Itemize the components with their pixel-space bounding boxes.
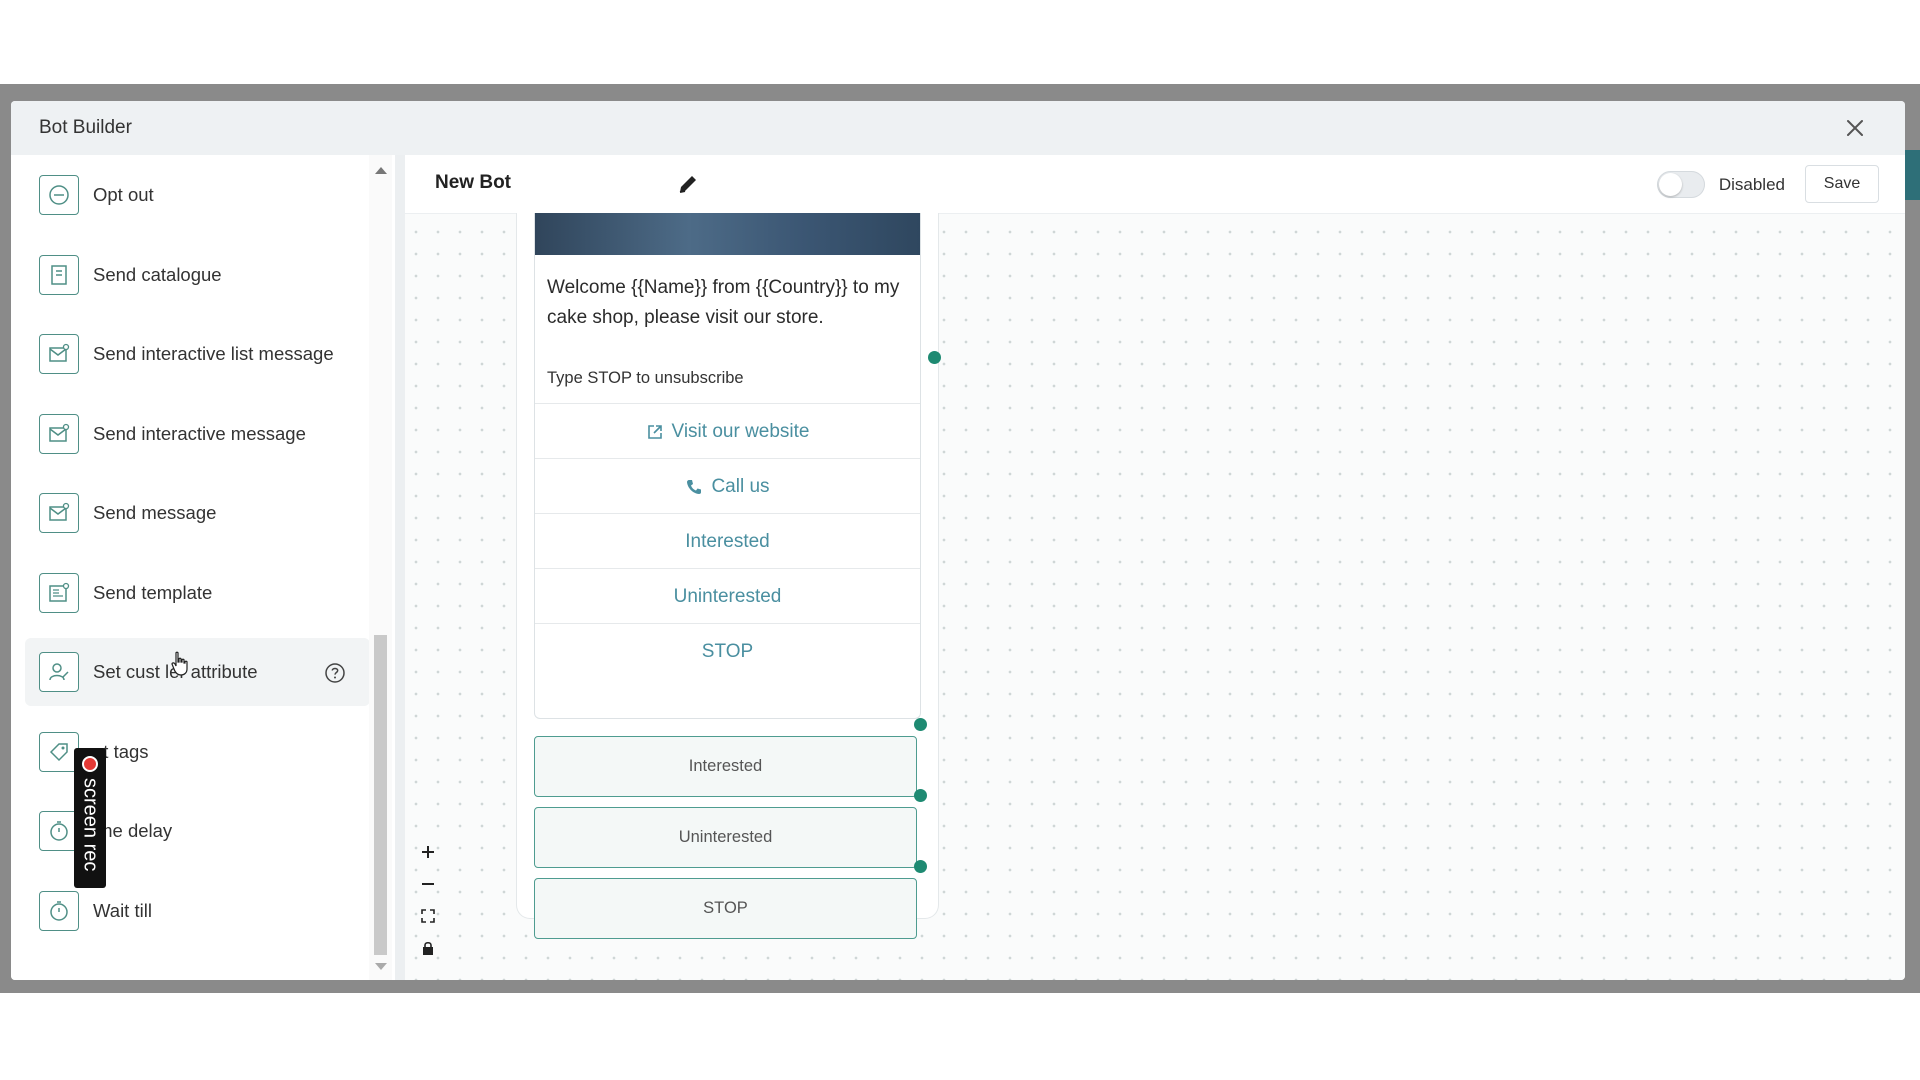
sidebar-item-send-interactive-list-message[interactable]: Send interactive list message	[25, 320, 370, 388]
sidebar-item-label: Opt out	[93, 184, 154, 205]
save-button[interactable]: Save	[1805, 165, 1879, 203]
output-port-uninterested[interactable]	[914, 789, 927, 802]
sidebar-scrollbar[interactable]	[369, 155, 392, 980]
message-body: Welcome {{Name}} from {{Country}} to my …	[547, 277, 900, 328]
lock-button[interactable]	[412, 932, 444, 964]
sidebar-item-send-template[interactable]: Send template	[25, 559, 370, 627]
minus-icon	[422, 883, 434, 885]
canvas-zoom-controls	[412, 836, 444, 964]
external-link-icon	[647, 424, 662, 439]
reply-branch-interested[interactable]: Interested	[534, 736, 917, 797]
sidebar-item-send-interactive-message[interactable]: Send interactive message	[25, 400, 370, 468]
zoom-in-button[interactable]	[412, 836, 444, 868]
output-port-interested[interactable]	[914, 718, 927, 731]
message-preview-card: Welcome {{Name}} from {{Country}} to my …	[534, 213, 921, 719]
output-port-stop[interactable]	[914, 860, 927, 873]
sidebar-item-label: Send template	[93, 581, 213, 603]
fit-view-button[interactable]	[412, 900, 444, 932]
user-attribute-icon	[39, 652, 79, 692]
quick-reply-label: STOP	[701, 640, 754, 662]
pencil-icon[interactable]	[677, 173, 699, 195]
cta-label: Call us	[711, 475, 770, 497]
scroll-up-arrow-icon[interactable]	[375, 167, 387, 174]
header-image	[535, 213, 920, 255]
timer-icon	[39, 811, 79, 851]
reply-branch-label: Interested	[688, 757, 763, 775]
quick-reply-interested[interactable]: Interested	[535, 513, 920, 569]
reply-branch-label: STOP	[703, 899, 748, 917]
modal-title: Bot Builder	[39, 117, 132, 138]
catalogue-icon	[39, 254, 79, 295]
sidebar-item-label: Send interactive list message	[93, 343, 334, 364]
action-sidebar: Opt out Send catalogue Send interactive …	[11, 155, 392, 980]
close-button[interactable]	[1841, 114, 1869, 142]
fit-view-icon	[421, 909, 435, 923]
sidebar-item-label: Send interactive message	[93, 422, 306, 444]
modal-header: Bot Builder	[11, 101, 1905, 155]
output-port-node[interactable]	[928, 351, 941, 364]
quick-reply-label: Interested	[685, 530, 770, 552]
record-dot-icon	[82, 756, 98, 772]
plus-icon	[422, 846, 434, 858]
message-node[interactable]: Welcome {{Name}} from {{Country}} to my …	[516, 213, 939, 939]
phone-icon	[687, 479, 702, 494]
sidebar-item-opt-out[interactable]: Opt out	[25, 161, 370, 229]
quick-reply-stop[interactable]: STOP	[535, 623, 920, 679]
sidebar-item-send-catalogue[interactable]: Send catalogue	[25, 241, 370, 309]
screenrec-label: screen rec	[79, 778, 102, 872]
enable-toggle[interactable]	[1657, 171, 1705, 198]
reply-branch-stop[interactable]: STOP	[534, 878, 917, 939]
bot-builder-modal: Bot Builder Opt out Send catalogue Send …	[11, 101, 1905, 980]
message-icon	[39, 493, 79, 533]
sidebar-item-label: Send message	[93, 502, 217, 523]
tag-icon	[39, 731, 79, 772]
quick-reply-label: Uninterested	[673, 585, 782, 607]
reply-branch-label: Uninterested	[678, 828, 773, 846]
sidebar-item-label: Wait till	[93, 899, 152, 921]
sidebar-item-send-message[interactable]: Send message	[25, 479, 370, 547]
help-icon[interactable]	[324, 662, 346, 684]
toggle-knob	[1659, 173, 1682, 196]
cta-visit-website[interactable]: Visit our website	[535, 403, 920, 459]
zoom-out-button[interactable]	[412, 868, 444, 900]
screen-recorder-badge: screen rec	[74, 748, 106, 888]
canvas-topbar: New Bot Disabled Save	[405, 155, 1905, 214]
message-icon	[39, 334, 79, 374]
panel-divider	[395, 155, 405, 980]
scroll-thumb[interactable]	[374, 635, 387, 955]
template-icon	[39, 572, 79, 613]
close-icon	[1847, 120, 1863, 136]
scroll-down-arrow-icon[interactable]	[375, 963, 387, 970]
quick-reply-uninterested[interactable]: Uninterested	[535, 568, 920, 624]
sidebar-item-label: Send catalogue	[93, 263, 222, 285]
opt-out-icon	[39, 175, 79, 215]
message-icon	[39, 413, 79, 454]
toggle-status-label: Disabled	[1718, 175, 1785, 194]
cta-call-us[interactable]: Call us	[535, 458, 920, 514]
lock-icon	[423, 941, 433, 955]
timer-icon	[39, 890, 79, 931]
message-footer: Type STOP to unsubscribe	[547, 369, 744, 387]
sidebar-item-set-customer-attribute[interactable]: Set cust ler attribute	[25, 638, 370, 706]
mouse-cursor-icon	[171, 651, 188, 676]
cta-label: Visit our website	[671, 420, 810, 442]
bot-name: New Bot	[435, 172, 511, 193]
reply-branch-uninterested[interactable]: Uninterested	[534, 807, 917, 868]
